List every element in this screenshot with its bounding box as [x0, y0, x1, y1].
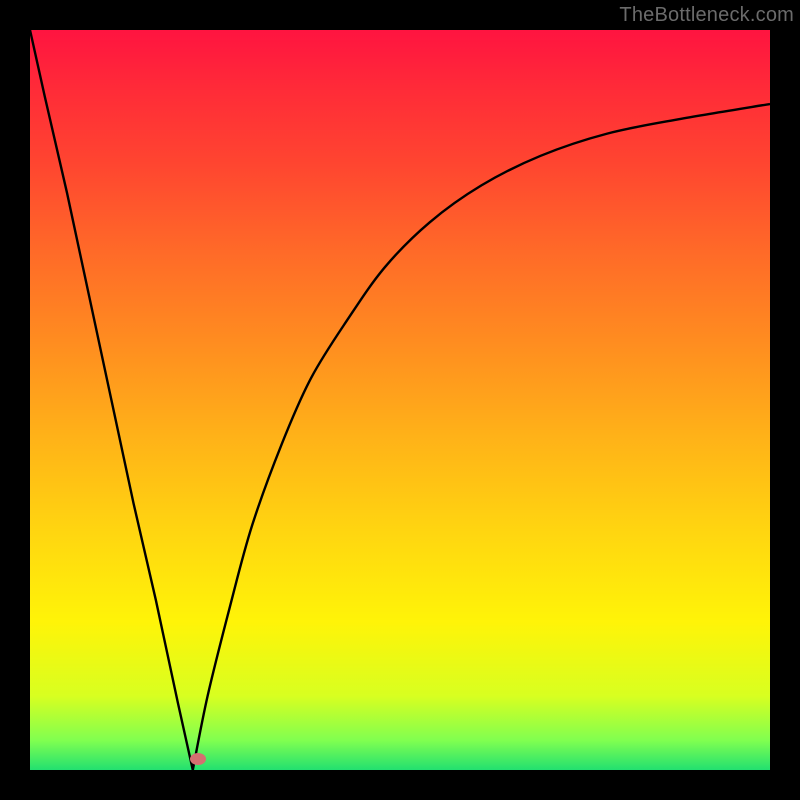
bottleneck-curve — [30, 30, 770, 770]
optimal-point-marker — [190, 753, 206, 765]
plot-area — [30, 30, 770, 770]
curve-layer — [30, 30, 770, 770]
watermark-label: TheBottleneck.com — [619, 4, 794, 27]
chart-frame: TheBottleneck.com — [0, 0, 800, 800]
